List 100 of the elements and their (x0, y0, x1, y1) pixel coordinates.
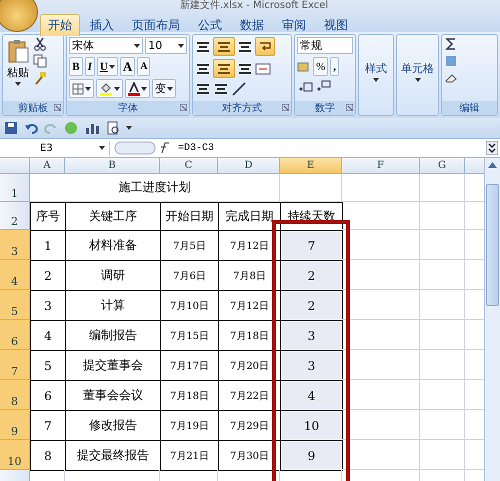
font-color-button[interactable] (125, 79, 150, 98)
comma-button[interactable]: , (330, 57, 340, 76)
scroll-up-icon[interactable] (488, 162, 498, 168)
grow-font-button[interactable]: A (120, 57, 136, 76)
center-button[interactable] (213, 59, 236, 78)
merge-icon[interactable] (255, 60, 272, 76)
row-header[interactable]: 9 (0, 410, 30, 440)
table-cell: 7 (280, 230, 343, 261)
name-box[interactable]: E3 (0, 140, 110, 156)
row-header[interactable]: 8 (0, 380, 30, 410)
column-heading: 序号 (30, 202, 66, 231)
scroll-thumb[interactable] (486, 184, 500, 306)
copy-icon[interactable] (33, 54, 47, 68)
font-name-field[interactable]: 宋体 (69, 37, 144, 54)
group-label: 对齐方式 (222, 102, 262, 115)
row-header[interactable]: 7 (0, 350, 30, 380)
dropdown-arrow-icon[interactable] (373, 78, 380, 82)
column-header[interactable]: F (342, 158, 420, 174)
percent-button[interactable]: % (313, 57, 328, 76)
table-cell: 2 (280, 290, 343, 321)
table-cell: 3 (280, 320, 343, 351)
group-label: 剪贴板 (18, 102, 48, 115)
row-header[interactable]: 2 (0, 202, 30, 230)
undo-icon[interactable] (24, 121, 38, 135)
sheet-title: 施工进度计划 (30, 174, 280, 202)
ribbon-tab[interactable]: 页面布局 (124, 14, 188, 36)
paint-bucket-icon[interactable] (99, 82, 114, 96)
dropdown-arrow-icon[interactable] (414, 78, 421, 82)
table-cell: 8 (30, 440, 66, 471)
formula-field[interactable]: =D3-C3 (178, 142, 482, 154)
launcher-icon[interactable] (54, 104, 62, 111)
styles-button[interactable]: 样式 (365, 61, 388, 76)
expand-icon[interactable] (486, 141, 498, 155)
launcher-icon[interactable] (346, 104, 354, 111)
column-header[interactable]: G (420, 158, 465, 174)
clipboard-icon[interactable] (7, 39, 29, 63)
customize-arrow-icon[interactable] (126, 126, 132, 130)
phonetic-button[interactable]: 变 (152, 79, 176, 98)
table-cell: 4 (280, 380, 343, 411)
ribbon-tab[interactable]: 开始 (40, 14, 80, 36)
shrink-font-button[interactable]: A (137, 57, 150, 76)
ribbon-tab[interactable]: 公式 (190, 14, 230, 36)
row-header[interactable]: 6 (0, 320, 30, 350)
font-color-icon[interactable] (128, 82, 140, 96)
orientation-icon[interactable] (231, 81, 248, 97)
launcher-icon[interactable] (180, 104, 188, 111)
row-header[interactable]: 5 (0, 290, 30, 320)
border-button[interactable] (69, 79, 94, 98)
cells-button[interactable]: 单元格 (401, 61, 434, 76)
save-icon[interactable] (4, 121, 18, 135)
empty-cell (280, 174, 342, 202)
group-label: 字体 (118, 102, 138, 115)
row-header[interactable]: 10 (0, 440, 30, 470)
fill-color-button[interactable] (96, 79, 124, 98)
row-header[interactable]: 3 (0, 230, 30, 260)
print-preview-icon[interactable] (106, 121, 120, 135)
dropdown-arrow-icon[interactable] (178, 44, 184, 48)
decrease-decimal-icon[interactable] (315, 79, 332, 93)
chart-icon[interactable] (84, 121, 100, 135)
column-header[interactable]: A (30, 158, 65, 174)
group-label: 编辑 (460, 102, 480, 115)
decrease-indent-icon[interactable] (195, 81, 212, 97)
table-cell: 9 (280, 440, 343, 471)
vertical-scrollbar[interactable] (484, 158, 500, 481)
office-button[interactable] (0, 0, 38, 32)
column-header[interactable]: D (218, 158, 280, 174)
column-header[interactable]: E (280, 158, 342, 174)
row-header[interactable]: 4 (0, 260, 30, 290)
dropdown-arrow-icon[interactable] (15, 82, 21, 86)
ribbon-tab[interactable]: 审阅 (274, 14, 314, 36)
align-middle-button[interactable] (213, 37, 236, 56)
number-format-field[interactable]: 常规 (297, 37, 354, 54)
ribbon-tab[interactable]: 数据 (232, 14, 272, 36)
row-header[interactable]: 1 (0, 174, 30, 202)
table-cell: 10 (280, 410, 343, 441)
dropdown-arrow-icon[interactable] (167, 86, 174, 90)
column-header[interactable]: C (160, 158, 218, 174)
scissors-icon[interactable] (33, 37, 47, 51)
launcher-icon[interactable] (282, 104, 290, 111)
paste-button[interactable]: 粘贴 (5, 37, 31, 88)
increase-indent-icon[interactable] (213, 81, 230, 97)
wrap-text-button[interactable] (255, 37, 276, 56)
border-icon[interactable] (72, 82, 84, 94)
bold-button[interactable]: B (69, 57, 83, 76)
dropdown-arrow-icon[interactable] (141, 86, 148, 90)
dropdown-arrow-icon[interactable] (114, 86, 120, 90)
underline-button[interactable]: U (96, 57, 118, 76)
font-size-field[interactable]: 10 (145, 37, 188, 54)
brush-icon[interactable] (33, 71, 47, 85)
dropdown-arrow-icon[interactable] (99, 146, 105, 150)
currency-icon[interactable] (297, 60, 312, 74)
ribbon-tab[interactable]: 插入 (82, 14, 122, 36)
column-header[interactable]: B (65, 158, 160, 174)
table-cell: 2 (280, 260, 343, 291)
group-label: 数字 (315, 102, 336, 115)
dropdown-arrow-icon[interactable] (85, 86, 92, 90)
italic-button[interactable]: I (84, 57, 95, 76)
dropdown-arrow-icon[interactable] (108, 64, 115, 68)
dropdown-arrow-icon[interactable] (134, 44, 140, 48)
ribbon-tab[interactable]: 视图 (316, 14, 356, 36)
